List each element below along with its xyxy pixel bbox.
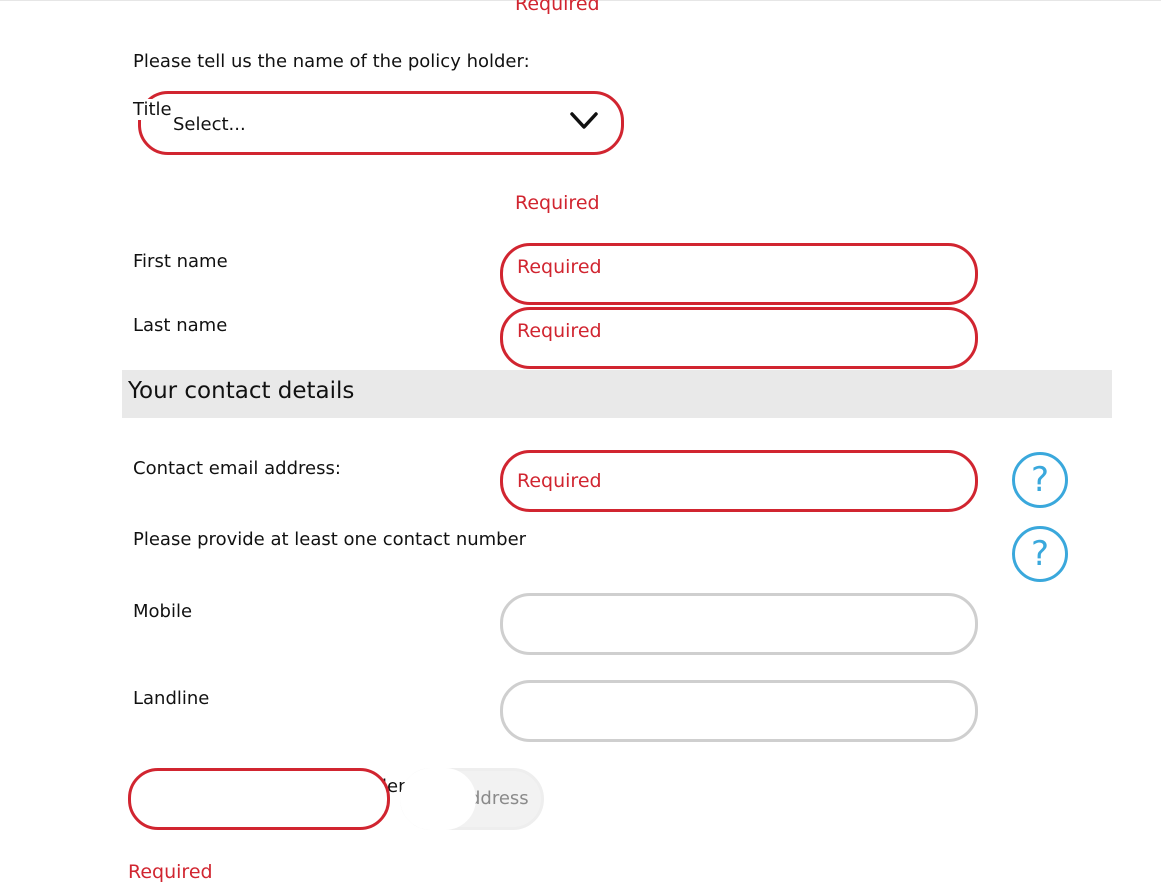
required-message-top: Required	[515, 0, 600, 15]
title-select[interactable]: Select...	[138, 91, 624, 155]
mobile-label: Mobile	[133, 601, 193, 622]
contact-number-prompt: Please provide at least one contact numb…	[133, 529, 527, 550]
email-label: Contact email address:	[133, 458, 341, 479]
contact-number-help-icon[interactable]: ?	[1012, 526, 1068, 582]
correspondence-toggle-knob[interactable]	[400, 768, 476, 830]
contact-details-title: Your contact details	[128, 378, 355, 404]
last-name-label: Last name	[133, 315, 228, 336]
landline-field[interactable]	[500, 680, 978, 742]
title-required-message: Required	[515, 192, 600, 214]
first-name-field[interactable]	[500, 243, 978, 305]
correspondence-required-message: Required	[128, 861, 213, 883]
correspondence-input[interactable]	[131, 771, 387, 827]
landline-label: Landline	[133, 688, 210, 709]
correspondence-toggle[interactable]: ddress	[400, 768, 544, 830]
landline-input[interactable]	[503, 683, 975, 739]
policy-holder-prompt: Please tell us the name of the policy ho…	[133, 51, 530, 72]
contact-details-header: Your contact details	[122, 370, 1112, 418]
email-input[interactable]	[503, 453, 975, 509]
first-name-label: First name	[133, 251, 228, 272]
last-name-field[interactable]	[500, 307, 978, 369]
correspondence-field[interactable]	[128, 768, 390, 830]
correspondence-toggle-text: ddress	[469, 788, 529, 809]
email-field[interactable]	[500, 450, 978, 512]
mobile-input[interactable]	[503, 596, 975, 652]
first-name-input[interactable]	[503, 246, 975, 302]
mobile-field[interactable]	[500, 593, 978, 655]
last-name-input[interactable]	[503, 310, 975, 366]
chevron-down-icon	[570, 112, 598, 129]
title-select-value: Select...	[173, 114, 246, 135]
title-label: Title	[133, 99, 174, 120]
email-help-icon[interactable]: ?	[1012, 452, 1068, 508]
